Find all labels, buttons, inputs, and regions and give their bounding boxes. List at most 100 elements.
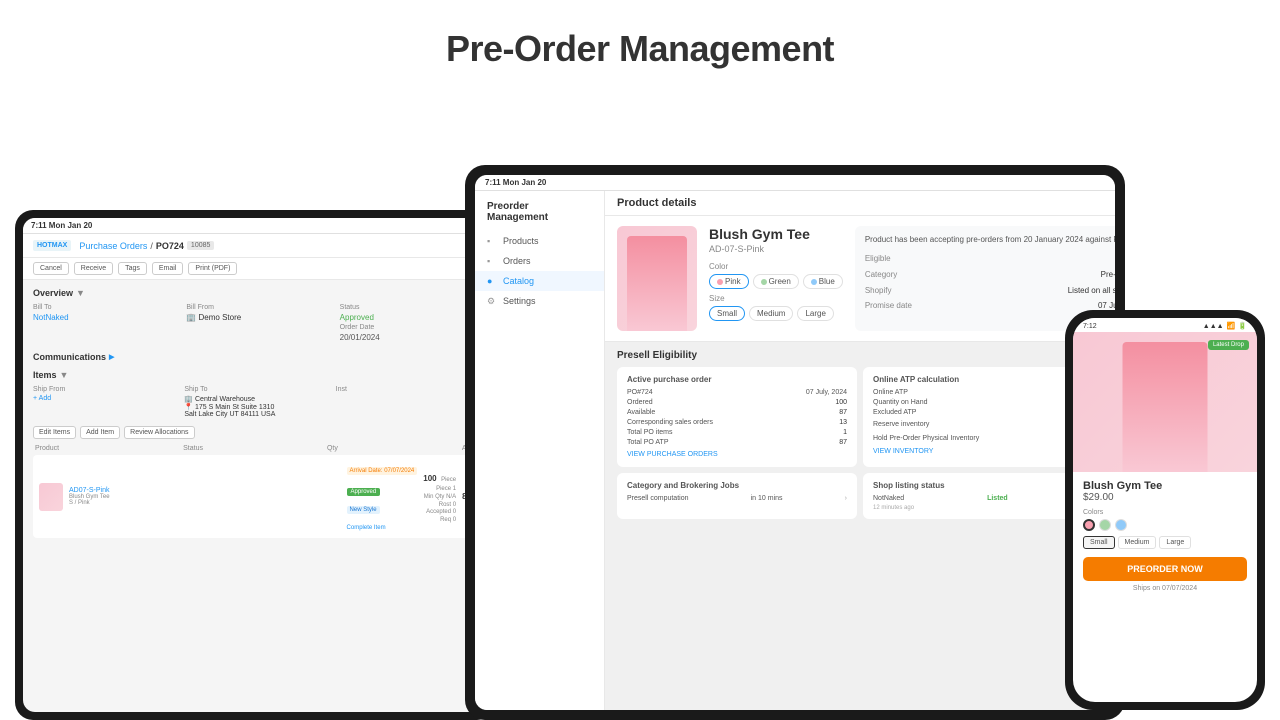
lt-bill-from-value: 🏢 Demo Store (186, 313, 323, 322)
mt-total-po-atp-row: Total PO ATP 87 (627, 439, 847, 446)
ph-colors-label: Colors (1083, 509, 1247, 516)
ph-color-green[interactable] (1099, 519, 1111, 531)
lt-product-sku[interactable]: AD07-S-Pink (69, 487, 341, 494)
mt-eligible-row: Eligible Yes ✓ (865, 253, 1115, 264)
lt-breadcrumb-link[interactable]: Purchase Orders (79, 241, 147, 251)
lt-ship-from: Ship From + Add (33, 386, 174, 418)
mt-sidebar-title: Preorder Management (475, 201, 604, 231)
table-row: AD07-S-Pink Blush Gym Tee S / Pink Arriv… (33, 455, 477, 538)
color-chip-pink[interactable]: Pink (709, 274, 749, 289)
lt-item-actions: Edit Items Add Item Review Allocations (33, 426, 477, 439)
lt-header: HOTMAX Purchase Orders / PO724 10085 (23, 234, 487, 258)
lt-table-header: Product Status Qty ATP (33, 445, 477, 452)
mt-color-group: Color Pink Green (709, 262, 843, 289)
mt-ordered-row: Ordered 100 (627, 399, 847, 406)
print-button[interactable]: Print (PDF) (188, 262, 237, 275)
mt-product-image (617, 226, 697, 331)
ph-color-blue[interactable] (1115, 519, 1127, 531)
ph-size-large[interactable]: Large (1159, 536, 1191, 549)
view-inventory-link[interactable]: VIEW INVENTORY (873, 448, 933, 459)
color-chip-green[interactable]: Green (753, 274, 799, 289)
ph-size-small[interactable]: Small (1083, 536, 1115, 549)
lt-po-num: PO724 (156, 241, 184, 251)
sidebar-item-settings[interactable]: ⚙ Settings (475, 291, 604, 311)
presell-arrow-icon[interactable]: › (845, 495, 847, 502)
lt-status-value: Approved (340, 313, 477, 322)
view-purchase-orders-link[interactable]: VIEW PURCHASE ORDERS (627, 451, 847, 458)
orders-icon: ▪ (487, 256, 497, 266)
ph-color-pink[interactable] (1083, 519, 1095, 531)
lt-bill-row: Bill To NotNaked Bill From 🏢 Demo Store … (33, 304, 477, 342)
lt-items-title: Items ▼ (33, 370, 477, 380)
lt-ship-from-add[interactable]: + Add (33, 395, 174, 402)
lt-po-badge: 10085 (187, 241, 214, 250)
sidebar-item-orders[interactable]: ▪ Orders (475, 251, 604, 271)
lt-status-field: Status Approved Order Date 20/01/2024 (340, 304, 477, 342)
box-icon: ▪ (487, 236, 497, 246)
tablet-left-screen: 7:11 Mon Jan 20 HOTMAX Purchase Orders /… (23, 218, 487, 712)
gear-icon: ⚙ (487, 296, 497, 306)
lt-status-col: Arrival Date: 07/07/2024 Approved New St… (347, 459, 418, 534)
cancel-button[interactable]: Cancel (33, 262, 69, 275)
preorder-now-button[interactable]: PREORDER NOW (1083, 557, 1247, 581)
mt-main-header: Product details (605, 191, 1115, 216)
arrival-date-badge: Arrival Date: 07/07/2024 (347, 467, 418, 475)
complete-item-link[interactable]: Complete Item (347, 525, 386, 531)
mt-qty-on-hand-row: Quantity on Hand 0 (873, 399, 1093, 406)
mt-time: 7:11 Mon Jan 20 (485, 178, 546, 187)
ph-size-medium[interactable]: Medium (1118, 536, 1157, 549)
ph-product-name: Blush Gym Tee (1083, 480, 1247, 492)
mt-online-atp-row: Online ATP 0 (873, 389, 1093, 396)
mt-category-value: Pre-order ✓ (1101, 269, 1115, 280)
lt-breadcrumb-sep: / (150, 241, 153, 251)
new-style-tag: New Style (347, 506, 380, 514)
ph-status-icons: ▲▲▲ 📶 🔋 (1203, 322, 1247, 330)
review-allocations-button[interactable]: Review Allocations (124, 426, 194, 439)
mt-product-name: Blush Gym Tee (709, 226, 843, 242)
sidebar-item-catalog[interactable]: ● Catalog (475, 271, 604, 291)
lt-comm-title: Communications ▶ (33, 352, 477, 362)
lt-items-section: Items ▼ Ship From + Add Ship To 🏢 Centra… (33, 370, 477, 538)
ph-product-price: $29.00 (1083, 492, 1247, 503)
tags-button[interactable]: Tags (118, 262, 147, 275)
size-chip-large[interactable]: Large (797, 306, 833, 321)
latest-drop-badge: Latest Drop (1208, 340, 1249, 350)
receive-button[interactable]: Receive (74, 262, 113, 275)
lt-order-date: 20/01/2024 (340, 333, 477, 342)
mt-info-desc: Product has been accepting pre-orders fr… (865, 234, 1115, 245)
mt-promise-date-row: Promise date 07 July, 2024 (865, 301, 1115, 310)
size-chip-small[interactable]: Small (709, 306, 745, 321)
lt-inst: Inst (336, 386, 477, 418)
phone-right: 7:12 ▲▲▲ 📶 🔋 Latest Drop Blush Gym Tee $… (1065, 310, 1265, 710)
ph-size-chips: Small Medium Large (1083, 536, 1247, 549)
lt-product-info: AD07-S-Pink Blush Gym Tee S / Pink (69, 487, 341, 506)
mt-shopify-row: Shopify Listed on all stores ✓ (865, 285, 1115, 296)
mt-po-row: PO#724 07 July, 2024 (627, 389, 847, 396)
lt-bill-to-link[interactable]: NotNaked (33, 313, 170, 322)
mt-shopify-value: Listed on all stores ✓ (1068, 285, 1115, 296)
color-chip-blue[interactable]: Blue (803, 274, 843, 289)
mt-size-group: Size Small Medium Large (709, 294, 843, 321)
mt-available-row: Available 87 (627, 409, 847, 416)
lt-bill-to: Bill To NotNaked (33, 304, 170, 342)
add-item-button[interactable]: Add Item (80, 426, 120, 439)
email-button[interactable]: Email (152, 262, 184, 275)
mt-hold-preorder-row: Hold Pre-Order Physical Inventory (873, 433, 1093, 444)
mt-presell-computation-row: Presell computation in 10 mins › (627, 495, 847, 502)
lt-comm-section: Communications ▶ (33, 352, 477, 362)
tablet-main-screen: 7:11 Mon Jan 20 Preorder Management ▪ Pr… (475, 175, 1115, 710)
signal-icon: ▲▲▲ (1203, 323, 1224, 330)
mt-product-details: Blush Gym Tee AD-07-S-Pink Color Pink (709, 226, 843, 331)
mt-topbar: 7:11 Mon Jan 20 (475, 175, 1115, 191)
edit-items-button[interactable]: Edit Items (33, 426, 76, 439)
phone-screen: 7:12 ▲▲▲ 📶 🔋 Latest Drop Blush Gym Tee $… (1073, 318, 1257, 702)
lt-topbar: 7:11 Mon Jan 20 (23, 218, 487, 234)
sidebar-item-products[interactable]: ▪ Products (475, 231, 604, 251)
catalog-icon: ● (487, 276, 497, 286)
lt-logo: HOTMAX (33, 240, 71, 251)
size-chip-medium[interactable]: Medium (749, 306, 793, 321)
tablet-left: 7:11 Mon Jan 20 HOTMAX Purchase Orders /… (15, 210, 495, 720)
mt-card-apo: Active purchase order PO#724 07 July, 20… (617, 367, 857, 467)
ph-time: 7:12 (1083, 323, 1097, 330)
mt-promise-date-value: 07 July, 2024 (1098, 301, 1115, 310)
